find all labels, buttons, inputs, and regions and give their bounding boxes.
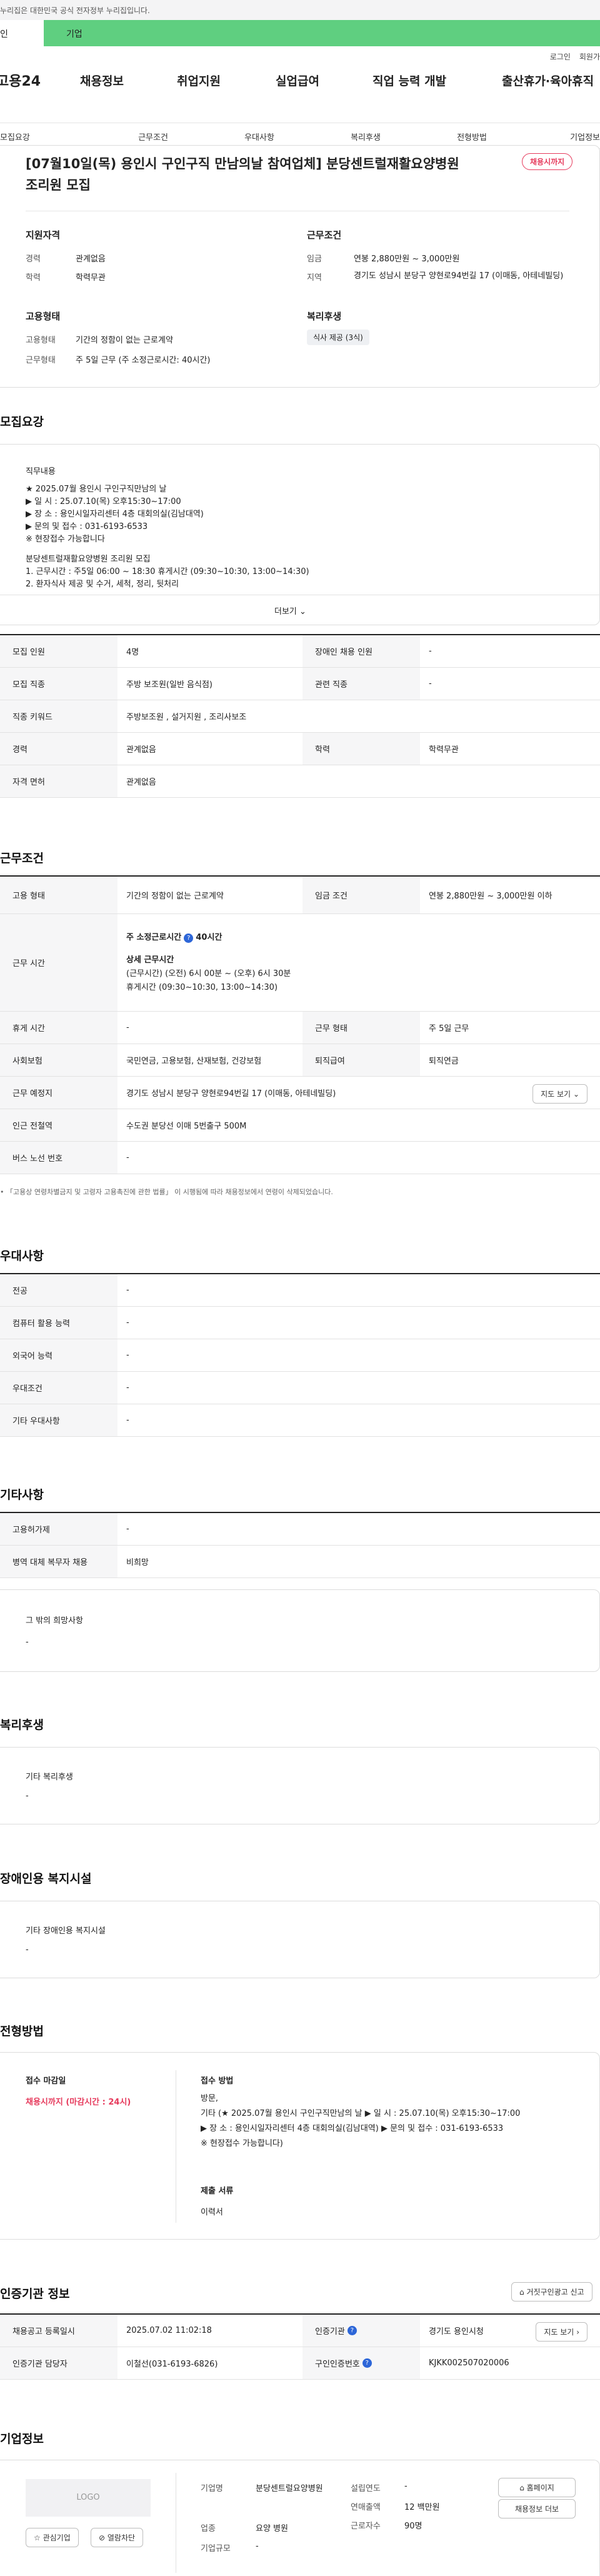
welfare-card: 기타 복리후생 - <box>0 1747 600 1824</box>
recruit-table: 모집 인원 4명 장애인 채용 인원 - 모집 직종 주방 보조원(일반 음식점) 관련 … <box>0 634 600 798</box>
duty-heading: 직무내용 <box>26 467 56 476</box>
agency-map-button[interactable]: 지도 보기 › <box>536 2322 588 2342</box>
site-logo[interactable]: 고용24 <box>0 70 41 90</box>
welfare-section-title: 복리후생 <box>0 1718 44 1732</box>
etc-other-value: - <box>26 1638 29 1647</box>
emp-form-label: 근무형태 <box>26 356 56 365</box>
wage-value: 연봉 2,880만원 ~ 3,000만원 <box>354 254 460 264</box>
age-note: • 「고용상 연령차별금지 및 고령자 고용촉진에 관한 법률」 이 시행됨에 … <box>0 1188 333 1196</box>
gnb-item-training[interactable]: 직업 능력 개발 <box>372 72 446 89</box>
info-icon[interactable]: ? <box>362 2358 372 2368</box>
edu-value: 학력무관 <box>76 273 106 283</box>
join-link[interactable]: 회원가 <box>579 51 600 62</box>
emp-type-label: 고용형태 <box>26 336 56 345</box>
area-value: 경기도 성남시 분당구 양현로94번길 17 (이매동, 아테네빌딩) <box>354 271 564 281</box>
chevron-down-icon: ⌄ <box>299 607 306 616</box>
fav-company-button[interactable]: ☆ 관심기업 <box>26 2528 79 2547</box>
info-icon[interactable]: ? <box>184 933 194 943</box>
chevron-right-icon: › <box>576 2328 579 2337</box>
deadline-heading: 접수 마감일 <box>26 2076 66 2086</box>
conditions-section-title: 근무조건 <box>0 852 44 865</box>
member-tabs: 인 기업 <box>0 20 600 46</box>
gov-banner: 누리집은 대한민국 공식 전자정부 누리집입니다. <box>0 0 600 20</box>
chevron-down-icon: ⌄ <box>572 1090 579 1099</box>
duty-card: 직무내용 ★ 2025.07월 용인시 구인구직만남의 날 ▶ 일 시 : 25… <box>0 444 600 625</box>
conditions-table: 고용 형태 기간의 정함이 없는 근로계약 임금 조건 연봉 2,880만원 ~ 3,… <box>0 875 600 1174</box>
etc-table: 고용허가제 - 병역 대체 복무자 채용 비희망 <box>0 1512 600 1578</box>
homepage-button[interactable]: ⌂ 홈페이지 <box>498 2478 576 2497</box>
tab-company[interactable]: 기업 <box>44 20 600 46</box>
home-icon: ⌂ <box>519 2483 524 2492</box>
gnb-item-leave[interactable]: 출산휴가·육아휴직 <box>502 72 594 89</box>
company-section-title: 기업정보 <box>0 2432 44 2446</box>
emp-heading: 고용형태 <box>26 311 61 322</box>
qual-heading: 지원자격 <box>26 229 61 241</box>
disability-card: 기타 장애인용 복지시설 - <box>0 1901 600 1978</box>
career-label: 경력 <box>26 254 41 264</box>
docs-value: 이력서 <box>201 2208 223 2217</box>
snb-prefer[interactable]: 우대사항 <box>206 123 312 148</box>
report-button[interactable]: ⌂ 거짓구인광고 신고 <box>511 2282 592 2302</box>
deadline-badge: 채용시까지 <box>522 153 573 170</box>
welfare-tag: 식사 제공 (3식) <box>307 330 369 345</box>
login-link[interactable]: 로그인 <box>550 51 571 62</box>
star-icon: ☆ <box>34 2533 41 2542</box>
disability-card-value: - <box>26 1945 29 1955</box>
map-button[interactable]: 지도 보기 ⌄ <box>532 1084 588 1104</box>
prefer-section-title: 우대사항 <box>0 1249 44 1263</box>
etc-other-card: 그 밖의 희망사항 - <box>0 1589 600 1672</box>
job-title: [07월10일(목) 용인시 구인구직 만남의날 참여업체] 분당센트럴재활요양… <box>26 156 459 193</box>
area-label: 지역 <box>307 273 322 283</box>
welfare-heading: 복리후생 <box>307 311 342 322</box>
block-company-button[interactable]: ⊘ 열람차단 <box>91 2528 144 2547</box>
docs-heading: 제출 서류 <box>201 2186 234 2196</box>
snb-welfare[interactable]: 복리후생 <box>312 123 419 148</box>
gnb-item-employment[interactable]: 취업지원 <box>177 72 221 89</box>
more-button[interactable]: 더보기 ⌄ <box>274 605 306 616</box>
deadline-value: 채용시까지 (마감시간 : 24시) <box>26 2098 131 2107</box>
process-card: 접수 마감일 채용시까지 (마감시간 : 24시) 접수 방법 방문, 기타 (… <box>0 2052 600 2240</box>
process-section-title: 전형방법 <box>0 2025 44 2038</box>
job-summary-card: [07월10일(목) 용인시 구인구직 만남의날 참여업체] 분당센트럴재활요양… <box>0 145 600 388</box>
prefer-table: 전공 - 컴퓨터 활용 능력 - 외국어 능력 - 우대조건 - 기타 우대사항 - <box>0 1273 600 1437</box>
disability-card-heading: 기타 장애인용 복지시설 <box>26 1926 106 1936</box>
duty-text: ★ 2025.07월 용인시 구인구직만남의 날 ▶ 일 시 : 25.07.1… <box>26 485 309 589</box>
more-jobs-button[interactable]: 채용정보 더보 <box>498 2499 576 2518</box>
report-icon: ⌂ <box>519 2288 524 2297</box>
company-card: LOGO ☆ 관심기업 ⊘ 열람차단 기업명 분당센트럴요양병원 업종 요양 병… <box>0 2460 600 2576</box>
gnb-item-jobs[interactable]: 채용정보 <box>80 72 124 89</box>
recruit-section-title: 모집요강 <box>0 415 44 429</box>
gnb-item-benefits[interactable]: 실업급여 <box>276 72 319 89</box>
snb-conditions[interactable]: 근무조건 <box>100 123 206 148</box>
company-logo: LOGO <box>26 2479 151 2517</box>
util-links: 로그인 회원가 <box>550 51 600 62</box>
method-heading: 접수 방법 <box>201 2076 234 2086</box>
emp-form-value: 주 5일 근무 (주 소정근로시간: 40시간) <box>76 356 211 365</box>
block-icon: ⊘ <box>99 2533 106 2542</box>
welfare-card-heading: 기타 복리후생 <box>26 1773 73 1782</box>
welfare-card-value: - <box>26 1791 29 1801</box>
etc-other-heading: 그 밖의 희망사항 <box>26 1616 83 1626</box>
tab-personal[interactable]: 인 <box>0 20 44 46</box>
snb-process[interactable]: 전형방법 <box>419 123 525 148</box>
method-text: 방문, 기타 (★ 2025.07월 용인시 구인구직만남의 날 ▶ 일 시 :… <box>201 2094 521 2148</box>
career-value: 관계없음 <box>76 254 106 264</box>
agency-table: 채용공고 등록일시 2025.07.02 11:02:18 인증기관? 경기도 용인시… <box>0 2313 600 2380</box>
wage-label: 임금 <box>307 254 322 264</box>
work-heading: 근무조건 <box>307 229 342 241</box>
info-icon[interactable]: ? <box>347 2326 357 2335</box>
edu-label: 학력 <box>26 273 41 283</box>
snb-company[interactable]: 기업정보 <box>525 123 600 148</box>
agency-section-title: 인증기관 정보 <box>0 2287 70 2301</box>
emp-type-value: 기간의 정함이 없는 근로계약 <box>76 336 173 345</box>
snb-recruit[interactable]: 모집요강 <box>0 123 100 148</box>
etc-section-title: 기타사항 <box>0 1488 44 1502</box>
disability-section-title: 장애인용 복지시설 <box>0 1872 92 1886</box>
